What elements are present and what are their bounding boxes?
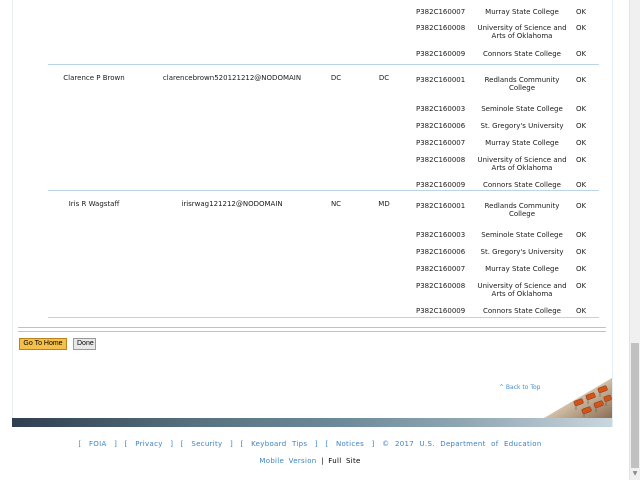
school-name: University of Science and Arts of Oklaho…: [477, 282, 567, 298]
award-code: P382C160006: [416, 248, 466, 256]
award-code: P382C160006: [416, 122, 466, 130]
status-text: OK: [576, 156, 587, 164]
award-code: P382C160007: [416, 8, 466, 16]
school-name: Redlands Community College: [484, 202, 560, 218]
site-version-switcher: Mobile Version | Full Site: [0, 457, 620, 465]
footer-link-privacy[interactable]: Privacy: [135, 440, 162, 448]
status-text: OK: [576, 8, 587, 16]
bracket-open: [: [124, 440, 128, 448]
school-name: University of Science and Arts of Oklaho…: [477, 24, 567, 40]
status-text: OK: [576, 265, 587, 273]
recipient-name: Clarence P Brown: [63, 74, 125, 82]
award-code: P382C160008: [416, 24, 466, 32]
school-name: St. Gregory's University: [480, 122, 564, 130]
status-text: OK: [576, 122, 587, 130]
award-code: P382C160009: [416, 181, 466, 189]
row-divider: [48, 317, 599, 318]
bracket-open: [: [180, 440, 184, 448]
school-name: Murray State College: [485, 139, 559, 147]
award-code: P382C160008: [416, 282, 466, 290]
recipient-name: Iris R Wagstaff: [68, 200, 120, 208]
status-text: OK: [576, 105, 587, 113]
footer-links: [ FOIA ] [ Privacy ] [ Security ] [ Keyb…: [0, 440, 620, 448]
footer-link-keyboard-tips[interactable]: Keyboard Tips: [251, 440, 307, 448]
footer-link-foia[interactable]: FOIA: [89, 440, 107, 448]
school-name: Connors State College: [483, 307, 561, 315]
back-to-top-link[interactable]: ^ Back to Top: [499, 384, 540, 391]
footer-link-notices[interactable]: Notices: [336, 440, 364, 448]
award-code: P382C160001: [416, 76, 466, 84]
status-text: OK: [576, 181, 587, 189]
recipient-state: NC: [330, 200, 342, 208]
status-text: OK: [576, 248, 587, 256]
school-name: Connors State College: [483, 50, 561, 58]
bracket-open: [: [240, 440, 244, 448]
award-code: P382C160007: [416, 265, 466, 273]
copyright-text: © 2017 U.S. Department of Education: [382, 440, 542, 448]
page-content: [12, 0, 612, 480]
bracket-open: [: [325, 440, 329, 448]
scrollbar-thumb[interactable]: [631, 343, 639, 468]
award-code: P382C160009: [416, 307, 466, 315]
status-text: OK: [576, 24, 587, 32]
school-name: Connors State College: [483, 181, 561, 189]
recipient-state-2: MD: [378, 200, 390, 208]
row-divider: [48, 190, 599, 191]
full-site-label: Full Site: [328, 457, 361, 465]
footer-banner-band: [12, 418, 612, 427]
award-code: P382C160003: [416, 231, 466, 239]
school-name: Seminole State College: [481, 231, 563, 239]
school-name: St. Gregory's University: [480, 248, 564, 256]
school-name: University of Science and Arts of Oklaho…: [477, 156, 567, 172]
school-name: Murray State College: [485, 265, 559, 273]
status-text: OK: [576, 307, 587, 315]
award-code: P382C160007: [416, 139, 466, 147]
table-separator-top: [18, 327, 606, 328]
award-code: P382C160008: [416, 156, 466, 164]
bracket-close: ]: [114, 440, 118, 448]
school-name: Seminole State College: [481, 105, 563, 113]
classroom-chairs-image: [544, 378, 612, 418]
mobile-version-link[interactable]: Mobile Version: [259, 457, 316, 465]
recipient-state: DC: [330, 74, 342, 82]
vertical-scrollbar[interactable]: ▼: [629, 0, 640, 480]
status-text: OK: [576, 50, 587, 58]
bracket-close: ]: [314, 440, 318, 448]
footer-link-security[interactable]: Security: [191, 440, 222, 448]
award-code: P382C160009: [416, 50, 466, 58]
status-text: OK: [576, 231, 587, 239]
done-button[interactable]: Done: [73, 338, 96, 350]
award-code: P382C160003: [416, 105, 466, 113]
row-divider: [48, 64, 599, 65]
status-text: OK: [576, 76, 587, 84]
school-name: Murray State College: [485, 8, 559, 16]
version-separator: |: [321, 457, 324, 465]
recipient-state-2: DC: [378, 74, 390, 82]
table-separator-bottom: [18, 331, 606, 332]
content-right-border: [612, 0, 613, 427]
bracket-close: ]: [371, 440, 375, 448]
school-name: Redlands Community College: [484, 76, 560, 92]
status-text: OK: [576, 139, 587, 147]
award-code: P382C160001: [416, 202, 466, 210]
status-text: OK: [576, 282, 587, 290]
go-to-home-button[interactable]: Go To Home: [19, 338, 67, 350]
scroll-down-arrow-icon[interactable]: ▼: [631, 470, 639, 478]
status-text: OK: [576, 202, 587, 210]
content-left-border: [12, 0, 13, 427]
recipient-email: irisrwag121212@NODOMAIN: [181, 200, 283, 208]
bracket-close: ]: [230, 440, 234, 448]
bracket-close: ]: [170, 440, 174, 448]
bracket-open: [: [78, 440, 82, 448]
recipient-email: clarencebrown520121212@NODOMAIN: [162, 74, 302, 82]
